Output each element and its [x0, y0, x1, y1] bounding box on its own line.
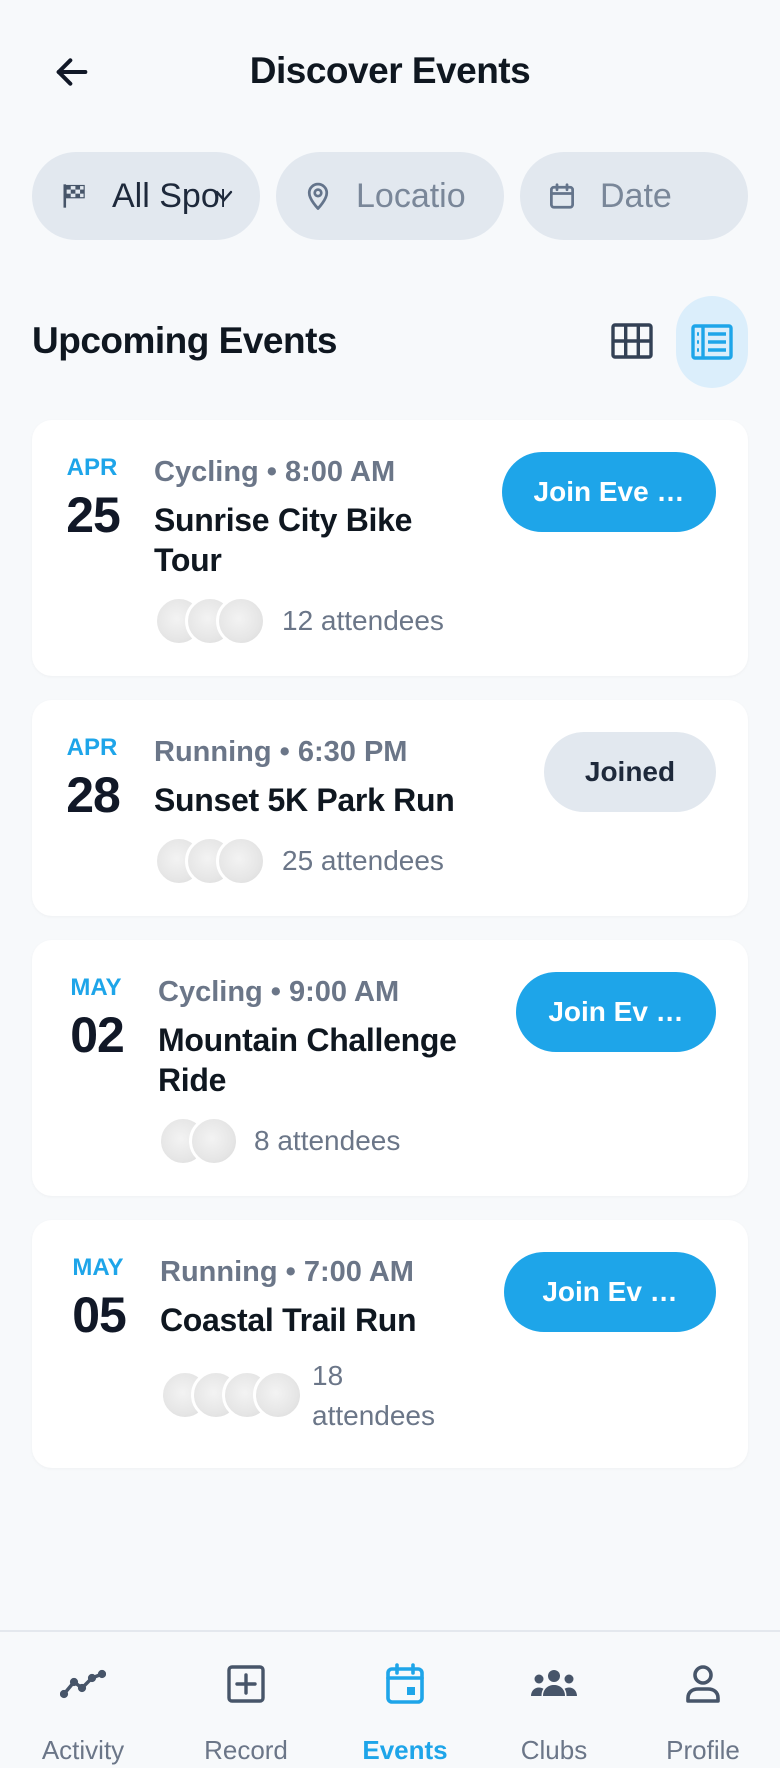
joined-button[interactable]: Joined — [544, 732, 716, 812]
list-view-toggle[interactable] — [676, 296, 748, 388]
avatar — [216, 596, 266, 646]
join-event-button[interactable]: Join Ev … — [504, 1252, 716, 1332]
join-event-button[interactable]: Join Ev … — [516, 972, 716, 1052]
nav-item-events[interactable]: Events — [327, 1632, 483, 1768]
attendee-avatars — [154, 596, 266, 646]
event-meta: Cycling • 8:00 AM — [154, 456, 396, 488]
attendee-count: 25 attendees — [282, 845, 444, 876]
sport-filter[interactable]: All Spor — [32, 152, 260, 240]
chevron-down-icon — [214, 186, 234, 206]
checkered-flag-icon — [58, 180, 90, 212]
attendee-count: 8 attendees — [254, 1125, 401, 1156]
event-day: 28 — [66, 767, 121, 823]
event-day: 02 — [70, 1007, 125, 1063]
avatar — [189, 1116, 239, 1166]
event-card[interactable]: APR 28 Running • 6:30 PM Sunset 5K Park … — [32, 700, 748, 916]
join-event-button[interactable]: Join Eve … — [502, 452, 716, 532]
nav-item-activity[interactable]: Activity — [5, 1632, 161, 1768]
event-month: APR — [66, 734, 118, 761]
grid-icon — [611, 323, 653, 359]
event-title: Coastal Trail Run — [160, 1302, 417, 1338]
header: Discover Events — [0, 0, 780, 146]
sport-filter-label: All Spor — [112, 176, 224, 215]
event-day: 05 — [72, 1287, 127, 1343]
event-title: Sunrise City Bike Tour — [154, 502, 413, 578]
page-title: Discover Events — [249, 50, 531, 91]
event-month: MAY — [70, 974, 122, 1001]
nav-item-record[interactable]: Record — [168, 1632, 324, 1768]
event-month: APR — [66, 454, 118, 481]
nav-item-clubs[interactable]: Clubs — [476, 1632, 632, 1768]
event-title: Sunset 5K Park Run — [154, 782, 455, 818]
activity-icon — [5, 1660, 161, 1708]
calendar-icon — [327, 1660, 483, 1708]
grid-view-toggle[interactable] — [606, 318, 658, 364]
avatar — [253, 1370, 303, 1420]
event-title: Mountain Challenge Ride — [158, 1022, 457, 1098]
person-icon — [625, 1660, 780, 1708]
list-icon — [691, 324, 733, 360]
event-day: 25 — [66, 487, 121, 543]
attendee-count: 12 attendees — [282, 605, 444, 636]
map-pin-icon — [302, 180, 334, 212]
event-card[interactable]: APR 25 Cycling • 8:00 AM Sunrise City Bi… — [32, 420, 748, 676]
group-icon — [476, 1660, 632, 1708]
date-filter-label: Date — [600, 176, 672, 215]
nav-label: Events — [362, 1735, 448, 1765]
nav-label: Record — [204, 1735, 288, 1765]
event-meta: Running • 7:00 AM — [160, 1256, 414, 1288]
attendee-avatars — [158, 1116, 239, 1166]
event-month: MAY — [72, 1254, 124, 1281]
nav-label: Profile — [666, 1735, 740, 1765]
avatar — [216, 836, 266, 886]
nav-label: Activity — [41, 1735, 125, 1765]
nav-item-profile[interactable]: Profile — [625, 1632, 780, 1768]
bottom-nav: Activity Record Events Clubs Profile — [0, 1630, 780, 1768]
attendee-avatars — [154, 836, 266, 886]
attendee-count: 18 attendees — [312, 1360, 435, 1431]
event-card[interactable]: MAY 02 Cycling • 9:00 AM Mountain Challe… — [32, 940, 748, 1196]
event-meta: Cycling • 9:00 AM — [158, 976, 400, 1008]
nav-label: Clubs — [520, 1735, 588, 1765]
date-filter[interactable]: Date — [520, 152, 748, 240]
calendar-icon — [546, 180, 578, 212]
plus-square-icon — [168, 1660, 324, 1708]
location-filter-label: Locatio — [356, 176, 466, 215]
attendee-avatars — [160, 1370, 304, 1420]
filter-bar: All Spor Locatio Date — [32, 152, 748, 240]
event-card[interactable]: MAY 05 Running • 7:00 AM Coastal Trail R… — [32, 1220, 748, 1468]
location-filter[interactable]: Locatio — [276, 152, 504, 240]
section-title: Upcoming Events — [32, 320, 338, 361]
event-meta: Running • 6:30 PM — [154, 736, 408, 768]
